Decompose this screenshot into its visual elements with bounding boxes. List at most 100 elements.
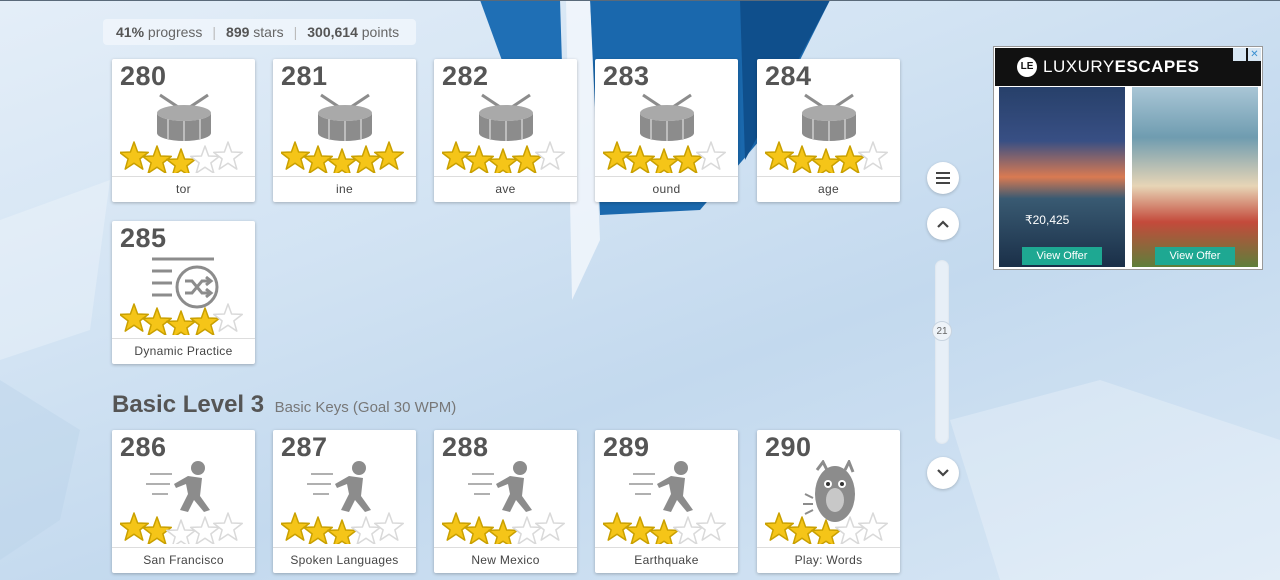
lesson-label: ave xyxy=(434,176,577,202)
star-empty-icon xyxy=(165,519,197,544)
star-filled-icon xyxy=(326,148,358,173)
scroll-up-button[interactable] xyxy=(927,208,959,240)
scroll-track[interactable] xyxy=(935,260,949,444)
star-empty-icon xyxy=(534,512,566,541)
star-filled-icon xyxy=(834,145,866,173)
star-filled-icon xyxy=(442,512,472,541)
star-rating xyxy=(765,512,889,544)
lesson-number: 289 xyxy=(603,432,650,462)
star-filled-icon xyxy=(326,519,358,544)
lesson-tile[interactable]: 285 Dynamic Practice xyxy=(112,221,255,364)
star-filled-icon xyxy=(189,307,221,335)
stars-count: 899 xyxy=(226,24,250,40)
lesson-number: 284 xyxy=(765,61,812,91)
star-empty-icon xyxy=(534,141,566,170)
lesson-tile[interactable]: 286 San Francisco xyxy=(112,430,255,573)
lesson-number: 282 xyxy=(442,61,489,91)
star-empty-icon xyxy=(212,303,244,332)
lesson-label: Spoken Languages xyxy=(273,547,416,573)
ad-price: ₹20,425 xyxy=(1025,213,1070,227)
star-filled-icon xyxy=(120,512,150,541)
view-offer-button[interactable]: View Offer xyxy=(1022,247,1102,265)
points-label: points xyxy=(361,24,400,40)
star-empty-icon xyxy=(834,516,866,544)
lesson-number: 285 xyxy=(120,223,167,253)
star-rating xyxy=(120,512,244,544)
lesson-tile[interactable]: 289 Earthquake xyxy=(595,430,738,573)
star-empty-icon xyxy=(857,512,889,541)
lesson-tile[interactable]: 287 Spoken Languages xyxy=(273,430,416,573)
star-filled-icon xyxy=(165,148,197,173)
brand-logo-icon: LE xyxy=(1017,57,1037,77)
lesson-tile[interactable]: 288 New Mexico xyxy=(434,430,577,573)
lesson-tile[interactable]: 284 age xyxy=(757,59,900,202)
lesson-number: 287 xyxy=(281,432,328,462)
section-title: Basic Level 3 xyxy=(112,391,265,418)
ad-image-beach[interactable]: View Offer xyxy=(1132,87,1258,267)
star-filled-icon xyxy=(672,145,704,173)
ad-brand-light: LUXURY xyxy=(1043,57,1115,76)
star-filled-icon xyxy=(810,148,842,173)
star-filled-icon xyxy=(442,141,472,170)
points-count: 300,614 xyxy=(307,24,358,40)
lesson-tile[interactable]: 281 ine xyxy=(273,59,416,202)
section-heading: Basic Level 3 Basic Keys (Goal 30 WPM) xyxy=(112,391,456,419)
lesson-number: 288 xyxy=(442,432,489,462)
chevron-down-icon xyxy=(937,469,949,477)
star-empty-icon xyxy=(212,512,244,541)
star-filled-icon xyxy=(281,512,311,541)
star-rating xyxy=(120,141,244,173)
star-empty-icon xyxy=(189,145,221,173)
lesson-tile[interactable]: 282 ave xyxy=(434,59,577,202)
star-filled-icon xyxy=(373,141,405,170)
star-empty-icon xyxy=(695,512,727,541)
scroll-handle[interactable]: 21 xyxy=(932,321,952,341)
lesson-label: Earthquake xyxy=(595,547,738,573)
star-rating xyxy=(442,512,566,544)
chevron-up-icon xyxy=(937,220,949,228)
advertisement[interactable]: LE LUXURYESCAPES ✕ ₹20,425 View Offer Vi… xyxy=(993,46,1263,270)
top-border xyxy=(0,0,1280,1)
ad-brand-bold: ESCAPES xyxy=(1114,57,1200,76)
lesson-tile[interactable]: 283 ound xyxy=(595,59,738,202)
star-filled-icon xyxy=(648,148,680,173)
star-empty-icon xyxy=(511,516,543,544)
lesson-tile[interactable]: 280 tor xyxy=(112,59,255,202)
ad-close-icon[interactable]: ✕ xyxy=(1248,48,1261,61)
progress-summary: 41% progress | 899 stars | 300,614 point… xyxy=(103,19,416,45)
view-offer-button[interactable]: View Offer xyxy=(1155,247,1235,265)
lesson-label: New Mexico xyxy=(434,547,577,573)
star-empty-icon xyxy=(373,512,405,541)
menu-button[interactable] xyxy=(927,162,959,194)
star-empty-icon xyxy=(189,516,221,544)
star-empty-icon xyxy=(212,141,244,170)
star-rating xyxy=(281,512,405,544)
star-empty-icon xyxy=(695,141,727,170)
star-rating xyxy=(603,512,727,544)
star-filled-icon xyxy=(765,512,795,541)
scroll-down-button[interactable] xyxy=(927,457,959,489)
lesson-number: 280 xyxy=(120,61,167,91)
star-filled-icon xyxy=(165,310,197,335)
lesson-label: Dynamic Practice xyxy=(112,338,255,364)
lesson-number: 281 xyxy=(281,61,328,91)
star-filled-icon xyxy=(120,303,150,332)
star-filled-icon xyxy=(603,141,633,170)
lesson-number: 283 xyxy=(603,61,650,91)
star-empty-icon xyxy=(350,516,382,544)
star-filled-icon xyxy=(281,141,311,170)
lesson-tile[interactable]: 290 Play: Words xyxy=(757,430,900,573)
star-rating xyxy=(120,303,244,335)
lesson-label: San Francisco xyxy=(112,547,255,573)
adchoices-icon[interactable] xyxy=(1233,48,1246,61)
ad-image-pool[interactable]: ₹20,425 View Offer xyxy=(999,87,1125,267)
lesson-number: 286 xyxy=(120,432,167,462)
star-filled-icon xyxy=(487,519,519,544)
star-rating xyxy=(765,141,889,173)
progress-percent-label: progress xyxy=(147,24,203,40)
star-filled-icon xyxy=(120,141,150,170)
star-filled-icon xyxy=(487,148,519,173)
ad-header: LE LUXURYESCAPES xyxy=(995,48,1261,86)
lesson-label: ine xyxy=(273,176,416,202)
hamburger-icon xyxy=(936,172,950,184)
